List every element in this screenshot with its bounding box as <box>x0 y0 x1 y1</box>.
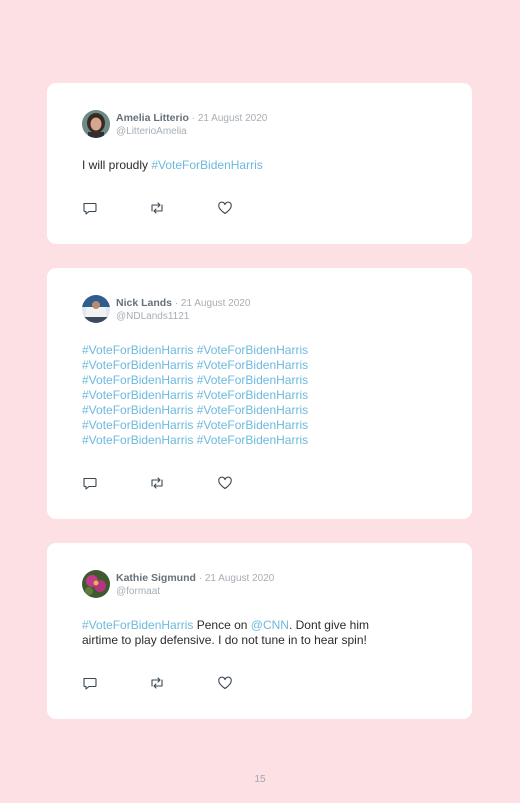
heart-icon <box>218 676 232 690</box>
user-handle[interactable]: @formaat <box>116 586 160 597</box>
tweet-text-segment: . Dont give him <box>288 618 369 632</box>
hashtag-link[interactable]: #VoteForBidenHarris <box>82 358 193 372</box>
display-name[interactable]: Amelia Litterio <box>116 112 189 124</box>
separator: · <box>195 573 205 584</box>
tweet-text-segment: I will proudly <box>82 158 152 172</box>
heart-icon <box>218 201 232 215</box>
heart-icon <box>218 476 232 490</box>
tweet-text-line: airtime to play defensive. I do not tune… <box>82 633 369 648</box>
retweet-button[interactable] <box>149 475 165 491</box>
reply-button[interactable] <box>82 475 98 491</box>
hashtag-link[interactable]: #VoteForBidenHarris <box>82 433 193 447</box>
tweet-text-line: #VoteForBidenHarris #VoteForBidenHarris <box>82 388 308 403</box>
tweet-date[interactable]: 21 August 2020 <box>181 298 251 309</box>
tweet-date[interactable]: 21 August 2020 <box>205 573 275 584</box>
tweet-text-line: #VoteForBidenHarris #VoteForBidenHarris <box>82 373 308 388</box>
tweet-date[interactable]: 21 August 2020 <box>198 113 268 124</box>
hashtag-link[interactable]: #VoteForBidenHarris <box>82 373 193 387</box>
hashtag-link[interactable]: #VoteForBidenHarris <box>151 158 262 172</box>
like-button[interactable] <box>217 475 233 491</box>
tweet-card: Amelia Litterio · 21 August 2020 @Litter… <box>47 83 472 244</box>
tweet-text-line: #VoteForBidenHarris #VoteForBidenHarris <box>82 418 308 433</box>
reply-button[interactable] <box>82 675 98 691</box>
mention-link[interactable]: @CNN <box>251 618 289 632</box>
like-button[interactable] <box>217 675 233 691</box>
hashtag-link[interactable]: #VoteForBidenHarris <box>197 343 308 357</box>
reply-icon <box>83 477 97 490</box>
hashtag-link[interactable]: #VoteForBidenHarris <box>82 403 193 417</box>
hashtag-link[interactable]: #VoteForBidenHarris <box>197 418 308 432</box>
separator: · <box>188 113 198 124</box>
tweet-text: I will proudly #VoteForBidenHarris <box>82 158 263 173</box>
tweet-card: Nick Lands · 21 August 2020 @NDLands1121… <box>47 268 472 519</box>
avatar[interactable] <box>82 295 110 323</box>
avatar[interactable] <box>82 570 110 598</box>
tweet-text-line: #VoteForBidenHarris #VoteForBidenHarris <box>82 358 308 373</box>
hashtag-link[interactable]: #VoteForBidenHarris <box>197 403 308 417</box>
tweet-text-line: I will proudly #VoteForBidenHarris <box>82 158 263 173</box>
retweet-icon <box>151 477 163 489</box>
tweet-text-line: #VoteForBidenHarris Pence on @CNN. Dont … <box>82 618 369 633</box>
user-handle[interactable]: @LitterioAmelia <box>116 126 187 137</box>
retweet-icon <box>151 677 163 689</box>
like-button[interactable] <box>217 200 233 216</box>
tweet-text-line: #VoteForBidenHarris #VoteForBidenHarris <box>82 343 308 358</box>
retweet-button[interactable] <box>149 675 165 691</box>
reply-button[interactable] <box>82 200 98 216</box>
tweet-text-line: #VoteForBidenHarris #VoteForBidenHarris <box>82 403 308 418</box>
hashtag-link[interactable]: #VoteForBidenHarris <box>197 433 308 447</box>
hashtag-link[interactable]: #VoteForBidenHarris <box>82 343 193 357</box>
retweet-icon <box>151 202 163 214</box>
hashtag-link[interactable]: #VoteForBidenHarris <box>197 388 308 402</box>
user-handle[interactable]: @NDLands1121 <box>116 311 189 322</box>
hashtag-link[interactable]: #VoteForBidenHarris <box>82 418 193 432</box>
tweet-text-line: #VoteForBidenHarris #VoteForBidenHarris <box>82 433 308 448</box>
display-name[interactable]: Kathie Sigmund <box>116 572 196 584</box>
avatar[interactable] <box>82 110 110 138</box>
hashtag-link[interactable]: #VoteForBidenHarris <box>82 388 193 402</box>
reply-icon <box>83 677 97 690</box>
hashtag-link[interactable]: #VoteForBidenHarris <box>82 618 193 632</box>
retweet-button[interactable] <box>149 200 165 216</box>
page-number: 15 <box>254 774 266 785</box>
separator: · <box>172 298 181 309</box>
display-name[interactable]: Nick Lands <box>116 297 172 309</box>
hashtag-link[interactable]: #VoteForBidenHarris <box>197 373 308 387</box>
tweet-text: #VoteForBidenHarris Pence on @CNN. Dont … <box>82 618 369 648</box>
tweet-text: #VoteForBidenHarris #VoteForBidenHarris #… <box>82 343 308 448</box>
tweet-text-segment: airtime to play defensive. I do not tune… <box>82 633 367 647</box>
tweet-text-segment: Pence on <box>193 618 251 632</box>
hashtag-link[interactable]: #VoteForBidenHarris <box>197 358 308 372</box>
reply-icon <box>83 202 97 215</box>
tweet-card: Kathie Sigmund · 21 August 2020 @formaat… <box>47 543 472 719</box>
